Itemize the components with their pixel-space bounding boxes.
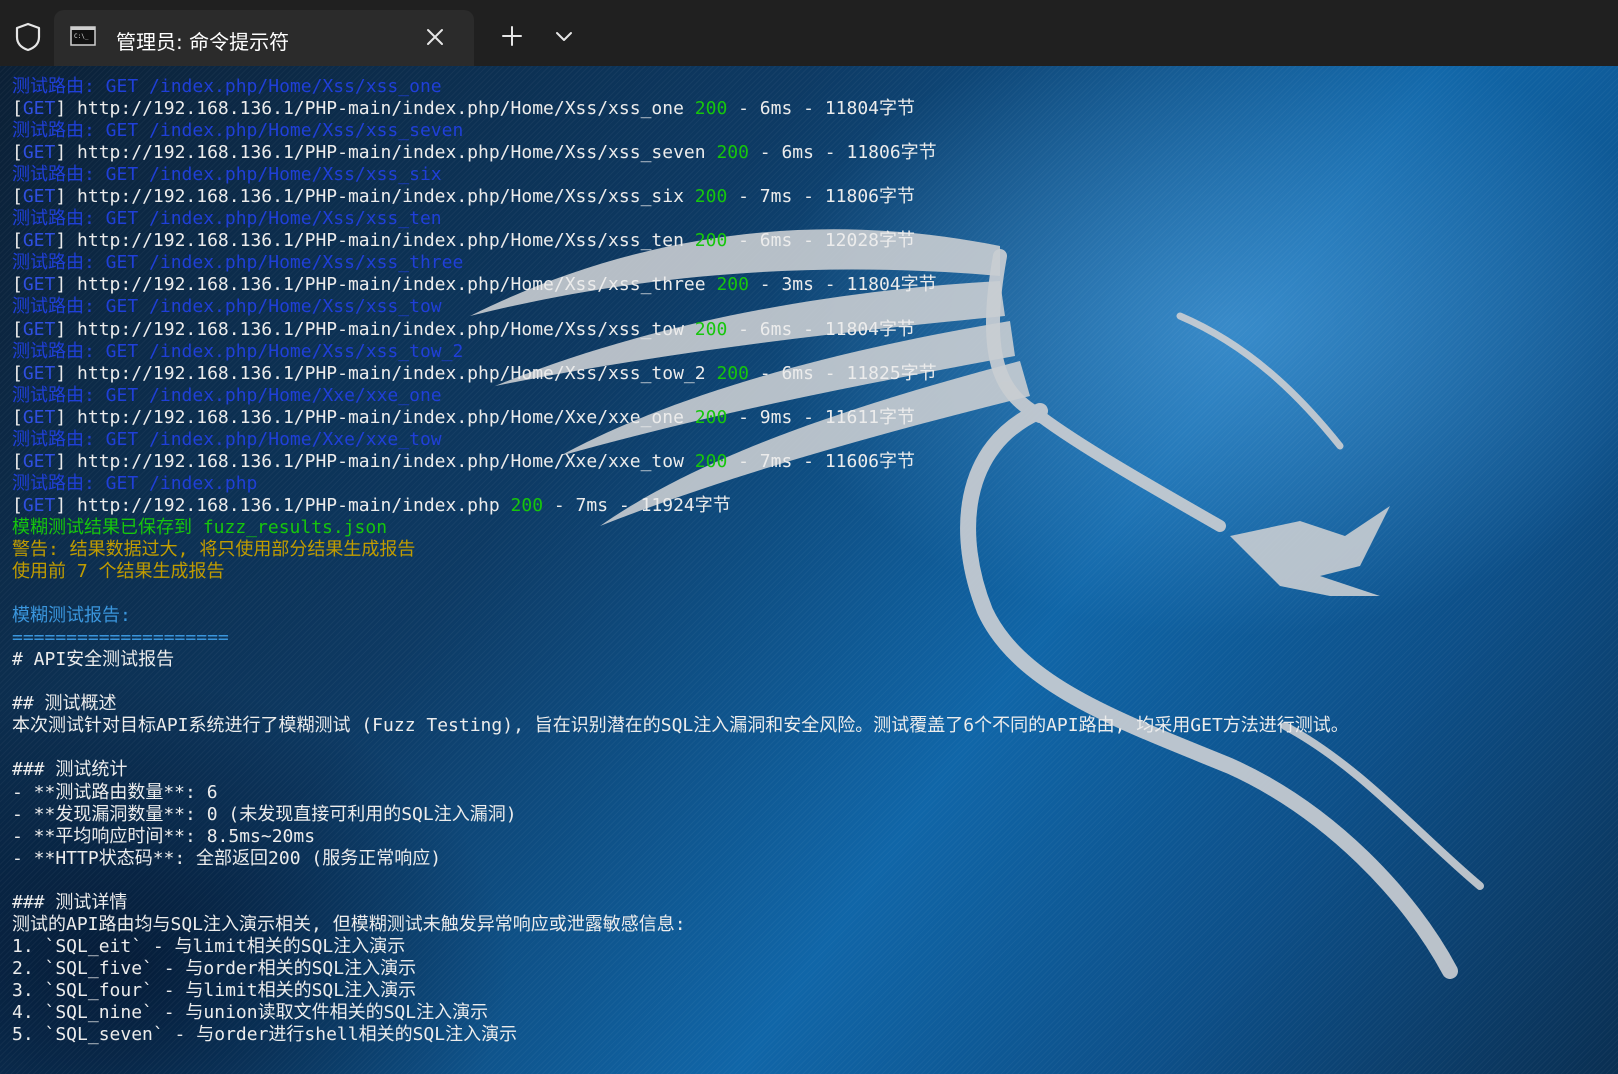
report-line xyxy=(12,671,1612,693)
method-tag: GET xyxy=(22,318,56,340)
response-stats: - 7ms - 11924字节 xyxy=(543,494,731,516)
route-line: 测试路由: GET /index.php/Home/Xss/xss_ten xyxy=(12,208,442,230)
report-stat-item: - **HTTP状态码**: 全部返回200 (服务正常响应) xyxy=(12,847,442,869)
request-line: [GET] http://192.168.136.1/PHP-main/inde… xyxy=(12,230,915,252)
status-code: 200 xyxy=(694,318,728,340)
result-count-message: 使用前 7 个结果生成报告 xyxy=(12,561,225,583)
title-bar: C:\_ 管理员: 命令提示符 xyxy=(0,0,1618,66)
method-tag: GET xyxy=(22,274,56,296)
status-code: 200 xyxy=(694,406,728,428)
report-detail-item: 5. `SQL_seven` - 与order进行shell相关的SQL注入演示 xyxy=(12,1024,518,1046)
report-stat-item: - **测试路由数量**: 6 xyxy=(12,781,218,803)
method-tag: GET xyxy=(22,450,56,472)
request-url: http://192.168.136.1/PHP-main/index.php/… xyxy=(77,450,684,472)
response-stats: - 6ms - 11825字节 xyxy=(748,362,937,384)
request-url: http://192.168.136.1/PHP-main/index.php/… xyxy=(77,274,706,296)
request-line: [GET] http://192.168.136.1/PHP-main/inde… xyxy=(12,98,915,120)
request-line: [GET] http://192.168.136.1/PHP-main/inde… xyxy=(12,186,915,208)
request-url: http://192.168.136.1/PHP-main/index.php/… xyxy=(77,186,684,208)
shield-icon[interactable] xyxy=(14,22,42,52)
method-tag: GET xyxy=(22,142,56,164)
route-line: 测试路由: GET /index.php/Home/Xss/xss_one xyxy=(12,76,442,97)
request-line: [GET] http://192.168.136.1/PHP-main/inde… xyxy=(12,362,937,384)
status-code: 200 xyxy=(716,142,749,164)
route-line: 测试路由: GET /index.php xyxy=(12,472,258,494)
method-tag: GET xyxy=(22,230,56,252)
response-stats: - 6ms - 11804字节 xyxy=(727,98,915,120)
chevron-down-icon[interactable] xyxy=(553,28,575,44)
close-icon[interactable] xyxy=(424,26,446,48)
response-stats: - 6ms - 11804字节 xyxy=(727,318,915,340)
svg-text:C:\_: C:\_ xyxy=(74,33,89,40)
route-line: 测试路由: GET /index.php/Home/Xss/xss_six xyxy=(12,164,442,186)
report-section-heading: ### 测试统计 xyxy=(12,759,128,781)
report-title: # API安全测试报告 xyxy=(12,649,175,671)
method-tag: GET xyxy=(22,494,56,516)
report-line xyxy=(12,870,1612,892)
route-line: 测试路由: GET /index.php/Home/Xss/xss_seven xyxy=(12,120,464,142)
request-line: [GET] http://192.168.136.1/PHP-main/inde… xyxy=(12,142,937,164)
report-detail-item: 1. `SQL_eit` - 与limit相关的SQL注入演示 xyxy=(12,935,406,957)
report-detail-item: 3. `SQL_four` - 与limit相关的SQL注入演示 xyxy=(12,979,417,1001)
report-heading: 模糊测试报告: xyxy=(12,605,131,627)
request-url: http://192.168.136.1/PHP-main/index.php xyxy=(77,494,500,516)
route-line: 测试路由: GET /index.php/Home/Xxe/xxe_tow xyxy=(12,428,442,450)
request-url: http://192.168.136.1/PHP-main/index.php/… xyxy=(77,142,706,164)
report-paragraph: 测试的API路由均与SQL注入演示相关, 但模糊测试未触发异常响应或泄露敏感信息… xyxy=(12,913,686,935)
terminal-output-area[interactable]: 测试路由: GET /index.php/Home/Xss/xss_one [G… xyxy=(0,66,1618,1074)
warning-message: 警告: 结果数据过大, 将只使用部分结果生成报告 xyxy=(12,538,416,560)
request-line: [GET] http://192.168.136.1/PHP-main/inde… xyxy=(12,318,915,340)
method-tag: GET xyxy=(22,186,56,208)
plus-icon[interactable] xyxy=(500,24,524,48)
report-detail-item: 2. `SQL_five` - 与order相关的SQL注入演示 xyxy=(12,957,417,979)
request-url: http://192.168.136.1/PHP-main/index.php/… xyxy=(77,230,684,252)
terminal-icon: C:\_ xyxy=(70,26,96,46)
method-tag: GET xyxy=(22,362,56,384)
report-section-heading: ### 测试详情 xyxy=(12,891,128,913)
response-stats: - 7ms - 11806字节 xyxy=(727,186,915,208)
status-code: 200 xyxy=(716,274,749,296)
request-line: [GET] http://192.168.136.1/PHP-main/inde… xyxy=(12,494,731,516)
request-url: http://192.168.136.1/PHP-main/index.php/… xyxy=(77,98,684,120)
method-tag: GET xyxy=(22,406,56,428)
request-url: http://192.168.136.1/PHP-main/index.php/… xyxy=(77,362,706,384)
report-paragraph: 本次测试针对目标API系统进行了模糊测试 (Fuzz Testing), 旨在识… xyxy=(12,715,1349,737)
response-stats: - 9ms - 11611字节 xyxy=(727,406,915,428)
status-code: 200 xyxy=(510,494,544,516)
tab-command-prompt[interactable]: C:\_ 管理员: 命令提示符 xyxy=(54,10,474,66)
status-code: 200 xyxy=(716,362,749,384)
method-tag: GET xyxy=(22,98,56,120)
report-detail-item: 4. `SQL_nine` - 与union读取文件相关的SQL注入演示 xyxy=(12,1001,489,1023)
status-code: 200 xyxy=(694,186,728,208)
report-stat-item: - **发现漏洞数量**: 0 (未发现直接可利用的SQL注入漏洞) xyxy=(12,803,517,825)
terminal-text: 测试路由: GET /index.php/Home/Xss/xss_one [G… xyxy=(12,76,1612,1046)
report-rule: ==================== xyxy=(12,627,229,649)
status-code: 200 xyxy=(694,98,728,120)
request-url: http://192.168.136.1/PHP-main/index.php/… xyxy=(77,318,684,340)
status-code: 200 xyxy=(694,450,728,472)
report-stat-item: - **平均响应时间**: 8.5ms~20ms xyxy=(12,825,316,847)
report-section-heading: ## 测试概述 xyxy=(12,693,117,715)
tab-title: 管理员: 命令提示符 xyxy=(116,30,290,54)
report-line xyxy=(12,737,1612,759)
request-line: [GET] http://192.168.136.1/PHP-main/inde… xyxy=(12,450,915,472)
route-line: 测试路由: GET /index.php/Home/Xss/xss_three xyxy=(12,252,464,274)
route-line: 测试路由: GET /index.php/Home/Xxe/xxe_one xyxy=(12,384,442,406)
status-code: 200 xyxy=(694,230,728,252)
route-line: 测试路由: GET /index.php/Home/Xss/xss_tow_2 xyxy=(12,340,464,362)
request-line: [GET] http://192.168.136.1/PHP-main/inde… xyxy=(12,406,915,428)
response-stats: - 6ms - 12028字节 xyxy=(727,230,915,252)
request-line: [GET] http://192.168.136.1/PHP-main/inde… xyxy=(12,274,937,296)
route-line: 测试路由: GET /index.php/Home/Xss/xss_tow xyxy=(12,296,442,318)
saved-message: 模糊测试结果已保存到 fuzz_results.json xyxy=(12,516,388,538)
response-stats: - 6ms - 11806字节 xyxy=(748,142,937,164)
request-url: http://192.168.136.1/PHP-main/index.php/… xyxy=(77,406,684,428)
response-stats: - 3ms - 11804字节 xyxy=(748,274,937,296)
response-stats: - 7ms - 11606字节 xyxy=(727,450,915,472)
